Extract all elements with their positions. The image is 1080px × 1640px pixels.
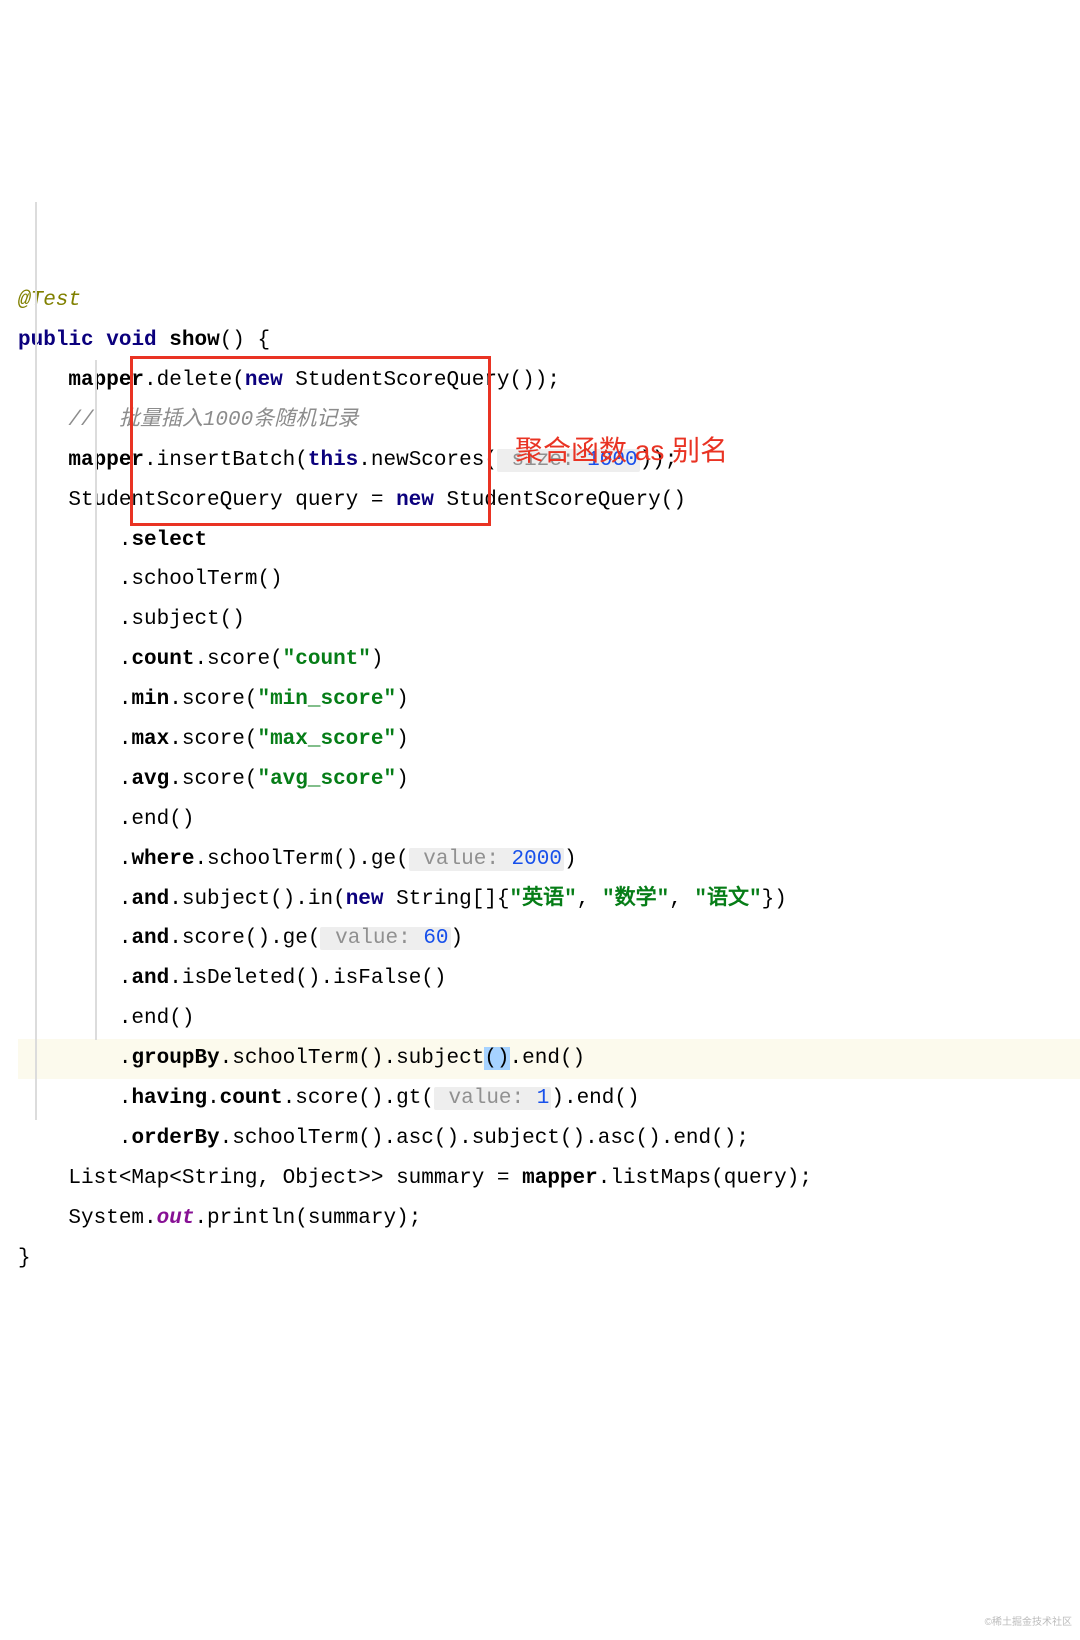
- keyword-void: void: [106, 329, 156, 352]
- text: .listMaps(query);: [598, 1167, 812, 1190]
- text: .insertBatch(: [144, 449, 308, 472]
- text: String[]{: [384, 888, 510, 911]
- text: .subject(): [119, 608, 245, 631]
- keyword-this: this: [308, 449, 358, 472]
- ident-orderby: orderBy: [131, 1127, 219, 1150]
- annotation-test: @Test: [18, 289, 81, 312]
- ident-select: select: [131, 529, 207, 552]
- string: "英语": [510, 888, 577, 911]
- text: ): [396, 728, 409, 751]
- param-hint: value:: [436, 1087, 537, 1110]
- text: .schoolTerm().subject: [220, 1047, 485, 1070]
- string: "语文": [694, 888, 761, 911]
- text: .: [119, 848, 132, 871]
- ident-mapper: mapper: [68, 449, 144, 472]
- text: .score(: [169, 728, 257, 751]
- text: .subject().in(: [169, 888, 345, 911]
- param-hint: value:: [322, 927, 423, 950]
- text: .: [119, 967, 132, 990]
- number: 1: [537, 1087, 550, 1110]
- comment: // 批量插入1000条随机记录: [68, 409, 358, 432]
- ident-and: and: [131, 927, 169, 950]
- text: .println(summary);: [194, 1207, 421, 1230]
- paren-highlight: (: [484, 1047, 497, 1070]
- string: "数学": [602, 888, 669, 911]
- text: .: [207, 1087, 220, 1110]
- text: StudentScoreQuery(): [434, 489, 686, 512]
- text: () {: [220, 329, 270, 352]
- ident-groupby: groupBy: [131, 1047, 219, 1070]
- text: .end(): [510, 1047, 586, 1070]
- text: List<Map<String, Object>> summary =: [68, 1167, 522, 1190]
- ident-mapper: mapper: [522, 1167, 598, 1190]
- keyword-new: new: [245, 369, 283, 392]
- text: ): [396, 688, 409, 711]
- ident-where: where: [131, 848, 194, 871]
- ident-count: count: [131, 648, 194, 671]
- text: ): [396, 768, 409, 791]
- text: .: [119, 768, 132, 791]
- text: .end(): [119, 808, 195, 831]
- keyword-new: new: [346, 888, 384, 911]
- text: StudentScoreQuery query =: [68, 489, 396, 512]
- text: .: [119, 728, 132, 751]
- ident-out: out: [157, 1207, 195, 1230]
- text: .delete(: [144, 369, 245, 392]
- text: .: [119, 1047, 132, 1070]
- text: .schoolTerm(): [119, 568, 283, 591]
- text: .score(: [169, 768, 257, 791]
- text: .: [119, 648, 132, 671]
- watermark: ©稀土掘金技术社区: [985, 1613, 1072, 1632]
- text: .score().ge(: [169, 927, 320, 950]
- ident-max: max: [131, 728, 169, 751]
- param-hint: value:: [411, 848, 512, 871]
- text: ): [564, 848, 577, 871]
- string: "max_score": [257, 728, 396, 751]
- text: .: [119, 927, 132, 950]
- annotation-label: 聚合函数 as 别名: [515, 424, 728, 477]
- ident-mapper: mapper: [68, 369, 144, 392]
- text: .schoolTerm().ge(: [194, 848, 408, 871]
- paren-highlight: ): [497, 1047, 510, 1070]
- code-block: @Test public void show() { mapper.delete…: [0, 160, 1080, 1281]
- method-name: show: [169, 329, 219, 352]
- text: .score(: [169, 688, 257, 711]
- text: .newScores(: [358, 449, 497, 472]
- text: .isDeleted().isFalse(): [169, 967, 446, 990]
- text: ): [451, 927, 464, 950]
- number: 2000: [512, 848, 562, 871]
- ident-avg: avg: [131, 768, 169, 791]
- text: }: [18, 1247, 31, 1270]
- keyword-public: public: [18, 329, 94, 352]
- text: ): [371, 648, 384, 671]
- text: System.: [68, 1207, 156, 1230]
- number: 60: [423, 927, 448, 950]
- text: .: [119, 688, 132, 711]
- text: .score(: [194, 648, 282, 671]
- string: "min_score": [257, 688, 396, 711]
- ident-count: count: [220, 1087, 283, 1110]
- text: .end(): [119, 1007, 195, 1030]
- text: .: [119, 1127, 132, 1150]
- ident-and: and: [131, 888, 169, 911]
- text: .score().gt(: [283, 1087, 434, 1110]
- ident-having: having: [131, 1087, 207, 1110]
- text: .: [119, 888, 132, 911]
- ident-min: min: [131, 688, 169, 711]
- text: .schoolTerm().asc().subject().asc().end(…: [220, 1127, 749, 1150]
- text: .: [119, 1087, 132, 1110]
- text: }): [762, 888, 787, 911]
- text: StudentScoreQuery());: [283, 369, 560, 392]
- keyword-new: new: [396, 489, 434, 512]
- string: "count": [283, 648, 371, 671]
- string: "avg_score": [257, 768, 396, 791]
- text: .: [119, 529, 132, 552]
- ident-and: and: [131, 967, 169, 990]
- text: ).end(): [551, 1087, 639, 1110]
